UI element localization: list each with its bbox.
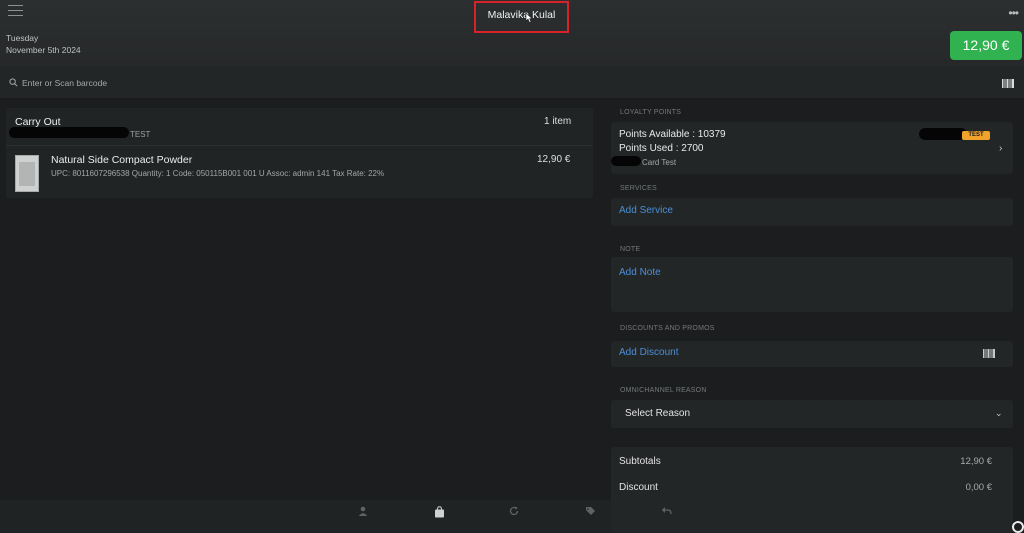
title-highlight-box: Malavika Kulal [474,1,569,33]
date-display: Tuesday November 5th 2024 [6,32,81,56]
add-service-link[interactable]: Add Service [619,205,673,216]
service-card: Add Service [611,198,1013,226]
discount-value: 0,00 € [965,482,992,493]
barcode-icon[interactable] [983,349,995,358]
discounts-section-label: DISCOUNTS AND PROMOS [620,325,715,332]
search-icon [9,78,18,87]
header-bar: Malavika Kulal Tuesday November 5th 2024… [0,0,1024,67]
nav-bag[interactable] [419,506,459,521]
chevron-down-icon: ⌄ [995,408,1003,418]
date-full: November 5th 2024 [6,45,81,55]
return-icon [661,507,672,515]
product-thumbnail [15,155,39,192]
nav-customer[interactable] [343,506,383,519]
customer-name-title[interactable]: Malavika Kulal [476,9,567,21]
loyalty-card[interactable]: Points Available : 10379 Points Used : 2… [611,122,1013,174]
more-dots-icon[interactable]: ••• [1008,6,1019,20]
test-badge: TEST [962,131,990,140]
barcode-search-bar [0,67,1024,99]
item-count: 1 item [544,116,572,127]
barcode-icon[interactable] [1002,79,1014,88]
nav-return[interactable] [646,506,686,518]
services-section-label: SERVICES [620,185,657,192]
bag-icon [434,506,444,518]
discount-card: Add Discount [611,341,1013,367]
product-name: Natural Side Compact Powder [51,154,193,166]
checkout-total-button[interactable]: 12,90 € [950,31,1022,60]
nav-tag[interactable] [570,506,610,519]
note-section-label: NOTE [620,246,641,253]
redacted-customer-name [9,127,129,138]
redacted-card-name [611,156,641,166]
date-weekday: Tuesday [6,33,39,43]
add-discount-link[interactable]: Add Discount [619,347,678,358]
customer-icon [358,506,368,516]
omnichannel-reason-select[interactable]: Select Reason ⌄ [611,400,1013,428]
customer-tag: TEST [130,130,151,139]
add-note-link[interactable]: Add Note [619,267,661,278]
bottom-navigation [0,500,611,533]
mouse-cursor-icon [525,12,533,23]
nav-refresh[interactable] [494,506,534,519]
selected-reason: Select Reason [625,408,691,419]
omnichannel-section-label: OMNICHANNEL REASON [620,387,707,394]
subtotal-value: 12,90 € [960,456,992,467]
chevron-right-icon[interactable]: › [999,143,1002,154]
product-details: UPC: 8011607296538 Quantity: 1 Code: 050… [51,169,385,178]
hamburger-icon[interactable] [8,5,23,18]
discount-label: Discount [619,482,658,493]
status-indicator [1012,521,1024,533]
totals-card: Subtotals 12,90 € Discount 0,00 € [611,447,1013,533]
product-price: 12,90 € [537,154,571,165]
order-options-panel: LOYALTY POINTS Points Available : 10379 … [611,100,1013,533]
tag-icon [585,507,595,515]
divider [6,145,593,146]
points-used: Points Used : 2700 [619,143,704,154]
barcode-search-input[interactable] [22,75,922,91]
points-available: Points Available : 10379 [619,129,726,140]
refresh-icon [509,506,519,516]
loyalty-section-label: LOYALTY POINTS [620,109,682,116]
loyalty-card-label: Card Test [642,158,677,167]
pos-app: Malavika Kulal Tuesday November 5th 2024… [0,0,1024,533]
subtotal-label: Subtotals [619,456,661,467]
order-panel: Carry Out 1 item TEST Natural Side Compa… [6,108,593,198]
redacted-loyalty-name [919,128,967,140]
note-card: Add Note [611,257,1013,312]
